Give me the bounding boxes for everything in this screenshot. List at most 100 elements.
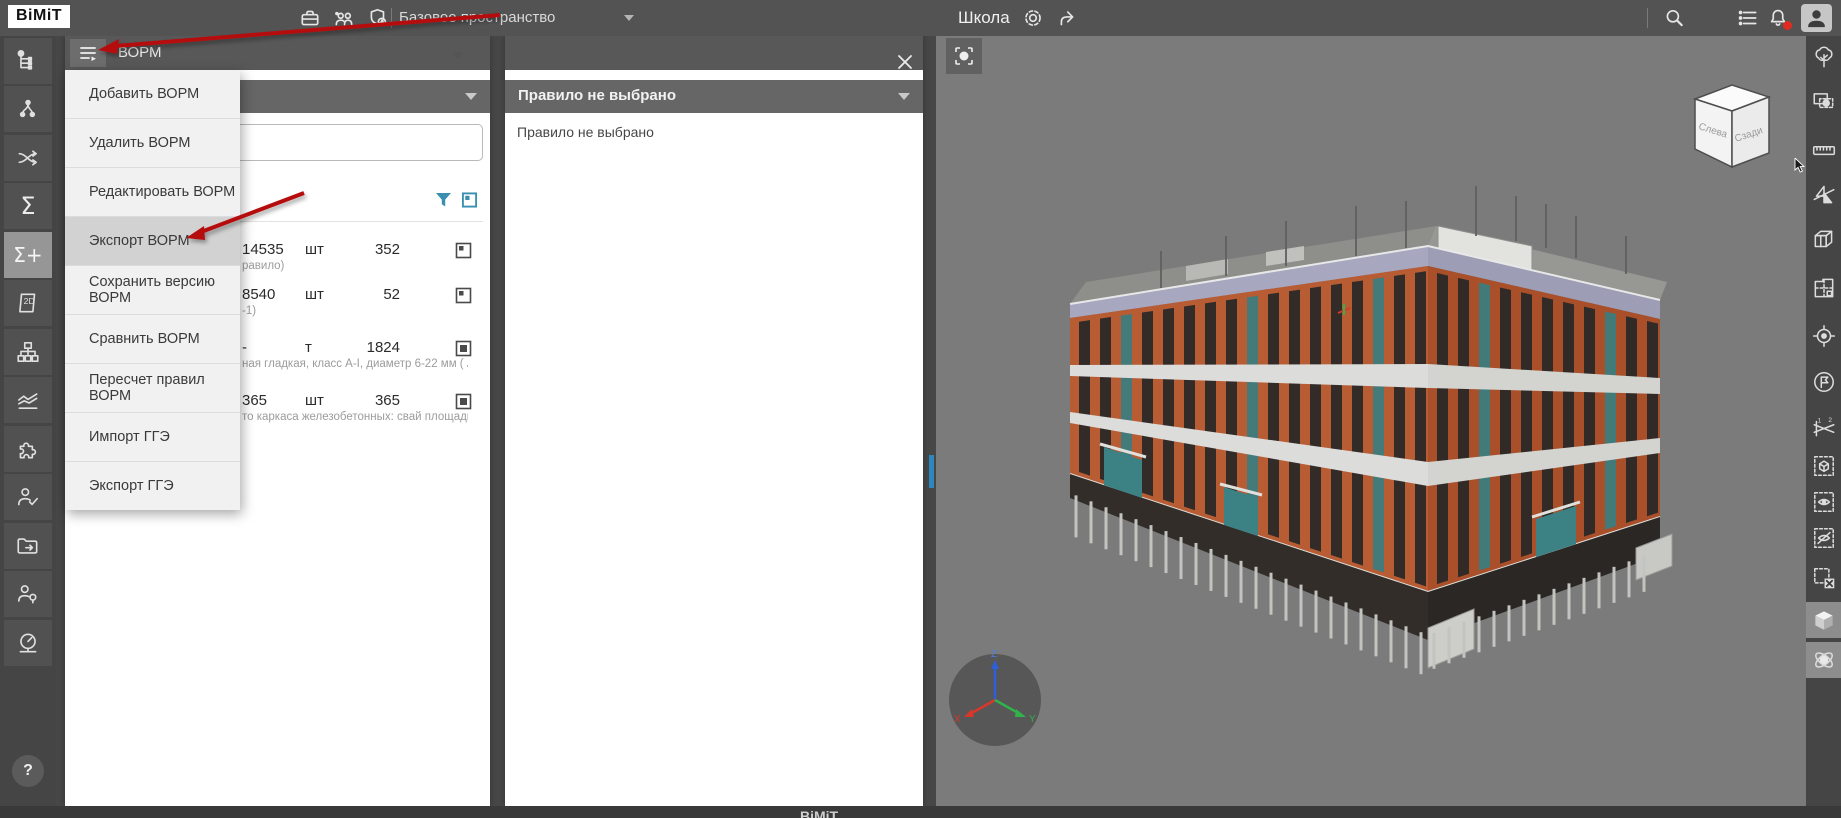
menu-item-edit-vorm[interactable]: Редактировать ВОРМ <box>65 168 240 217</box>
axis-y-label: Y <box>1029 714 1036 725</box>
vorm-menu-button[interactable] <box>70 39 106 67</box>
user-approvals-button[interactable] <box>4 474 52 520</box>
viewport-3d[interactable]: Слева Сзади Z X Y <box>936 36 1806 806</box>
row-qty: 1824 <box>345 339 400 356</box>
hide-object-button[interactable] <box>1806 520 1841 556</box>
shaded-view-button[interactable] <box>1806 602 1841 638</box>
bimit-watermark: BiMiT <box>800 808 838 818</box>
app-logo: BiMiT <box>8 5 70 28</box>
measure-ruler-button[interactable] <box>1806 132 1841 168</box>
workspace-selector[interactable]: Базовое пространство <box>399 9 555 26</box>
rule-panel-header <box>505 36 923 70</box>
rule-selector-bar[interactable]: Правило не выбрано <box>505 80 923 113</box>
row-unit: шт <box>305 241 324 258</box>
row-note: -1) <box>242 305 468 317</box>
shuffle-links-button[interactable] <box>4 135 52 181</box>
bottom-status-bar: BiMiT <box>0 806 1841 818</box>
row-note: ная гладкая, класс А-I, диаметр 6-22 мм … <box>242 358 468 370</box>
section-flip-button[interactable] <box>1806 176 1841 212</box>
row-qty: 52 <box>345 286 400 303</box>
floor-plan-button[interactable] <box>1806 270 1841 306</box>
user-location-button[interactable] <box>4 571 52 617</box>
vorm-panel-header: ВОРМ <box>65 36 490 70</box>
axis-z-label: Z <box>991 649 997 660</box>
shield-status-icon[interactable] <box>366 7 390 29</box>
locate-target-button[interactable] <box>1806 318 1841 354</box>
menu-item-recalc-rules-vorm[interactable]: Пересчет правил ВОРМ <box>65 364 240 413</box>
row-marker-corner-icon[interactable] <box>455 242 472 259</box>
trends-chart-button[interactable] <box>4 377 52 423</box>
search-icon[interactable] <box>1662 7 1686 29</box>
vegetation-button[interactable] <box>1806 40 1841 76</box>
nav-cube[interactable]: Слева Сзади <box>1695 85 1769 167</box>
notification-badge <box>1783 21 1792 30</box>
top-bar: BiMiT Базовое пространство Школа <box>0 0 1841 36</box>
settings-gear-icon[interactable] <box>1021 7 1045 29</box>
panel-resize-indicator[interactable] <box>929 455 934 488</box>
menu-item-add-vorm[interactable]: Добавить ВОРМ <box>65 70 240 119</box>
grid-axes-button[interactable]: 1 2 <box>1806 410 1841 446</box>
show-object-button[interactable] <box>1806 484 1841 520</box>
project-title: Школа <box>958 8 1010 28</box>
dashboard-gauge-button[interactable] <box>4 620 52 666</box>
rule-selector-label: Правило не выбрано <box>518 87 676 104</box>
totals-button[interactable]: Σ <box>4 183 52 229</box>
row-code: 14535 <box>242 241 284 258</box>
flag-marker-button[interactable] <box>1806 364 1841 400</box>
totals-plus-button[interactable]: Σ+ <box>4 232 52 278</box>
focus-selection-button[interactable] <box>946 38 982 74</box>
row-note: то каркаса железобетонных: свай площадь … <box>242 411 468 423</box>
team-icon[interactable] <box>332 7 356 29</box>
row-marker-corner-icon[interactable] <box>455 287 472 304</box>
rule-selector-caret-icon <box>898 93 910 100</box>
clear-selection-button[interactable] <box>1806 560 1841 596</box>
filter-funnel-icon[interactable] <box>435 192 452 208</box>
notifications-bell-icon[interactable] <box>1766 7 1790 29</box>
topbar-divider <box>391 8 392 28</box>
sigma-plus-icon: Σ+ <box>13 243 42 267</box>
rule-body-text: Правило не выбрано <box>517 124 654 140</box>
row-unit: т <box>305 339 312 356</box>
row-marker-filled-icon[interactable] <box>455 393 472 410</box>
dependencies-button[interactable] <box>4 86 52 132</box>
menu-item-export-gge[interactable]: Экспорт ГГЭ <box>65 462 240 510</box>
menu-item-save-version-vorm[interactable]: Сохранить версию ВОРМ <box>65 266 240 315</box>
menu-item-export-vorm[interactable]: Экспорт ВОРМ <box>65 217 240 266</box>
filter-layout-icon[interactable] <box>461 192 478 208</box>
account-button[interactable] <box>1801 4 1832 32</box>
projects-briefcase-icon[interactable] <box>298 7 322 29</box>
menu-item-import-gge[interactable]: Импорт ГГЭ <box>65 413 240 462</box>
2d-label: 2D <box>24 296 35 306</box>
row-code: 8540 <box>242 286 275 303</box>
section-box-button[interactable] <box>1806 222 1841 258</box>
menu-item-compare-vorm[interactable]: Сравнить ВОРМ <box>65 315 240 364</box>
row-qty: 352 <box>345 241 400 258</box>
workspace-caret-icon[interactable] <box>624 15 634 21</box>
plugins-puzzle-button[interactable] <box>4 426 52 472</box>
axes-gizmo[interactable]: Z X Y <box>949 649 1041 746</box>
right-toolbar: 1 2 <box>1806 36 1841 806</box>
capture-selection-button[interactable] <box>1806 84 1841 120</box>
axis-number-2: 2 <box>1828 417 1832 424</box>
sheets-2d-button[interactable]: 2D <box>4 280 52 326</box>
rule-panel: Правило не выбрано Правило не выбрано <box>505 36 923 806</box>
building-model: Слева Сзади Z X Y <box>936 36 1806 806</box>
list-menu-icon[interactable] <box>1736 7 1760 29</box>
row-marker-filled-icon[interactable] <box>455 340 472 357</box>
menu-item-delete-vorm[interactable]: Удалить ВОРМ <box>65 119 240 168</box>
export-folder-button[interactable] <box>4 523 52 569</box>
vorm-selector-caret-icon <box>465 93 477 100</box>
structure-chart-button[interactable] <box>4 329 52 375</box>
sigma-icon: Σ <box>20 192 35 220</box>
vorm-version-combobox-caret-icon[interactable] <box>452 52 464 59</box>
isolate-object-button[interactable] <box>1806 448 1841 484</box>
row-unit: шт <box>305 286 324 303</box>
row-code: - <box>242 339 247 356</box>
help-button[interactable]: ? <box>12 755 44 787</box>
row-unit: шт <box>305 392 324 409</box>
model-tree-button[interactable] <box>4 38 52 84</box>
orbit-view-button[interactable] <box>1806 642 1841 678</box>
share-icon[interactable] <box>1056 7 1080 29</box>
row-qty: 365 <box>345 392 400 409</box>
close-icon[interactable] <box>893 50 917 74</box>
